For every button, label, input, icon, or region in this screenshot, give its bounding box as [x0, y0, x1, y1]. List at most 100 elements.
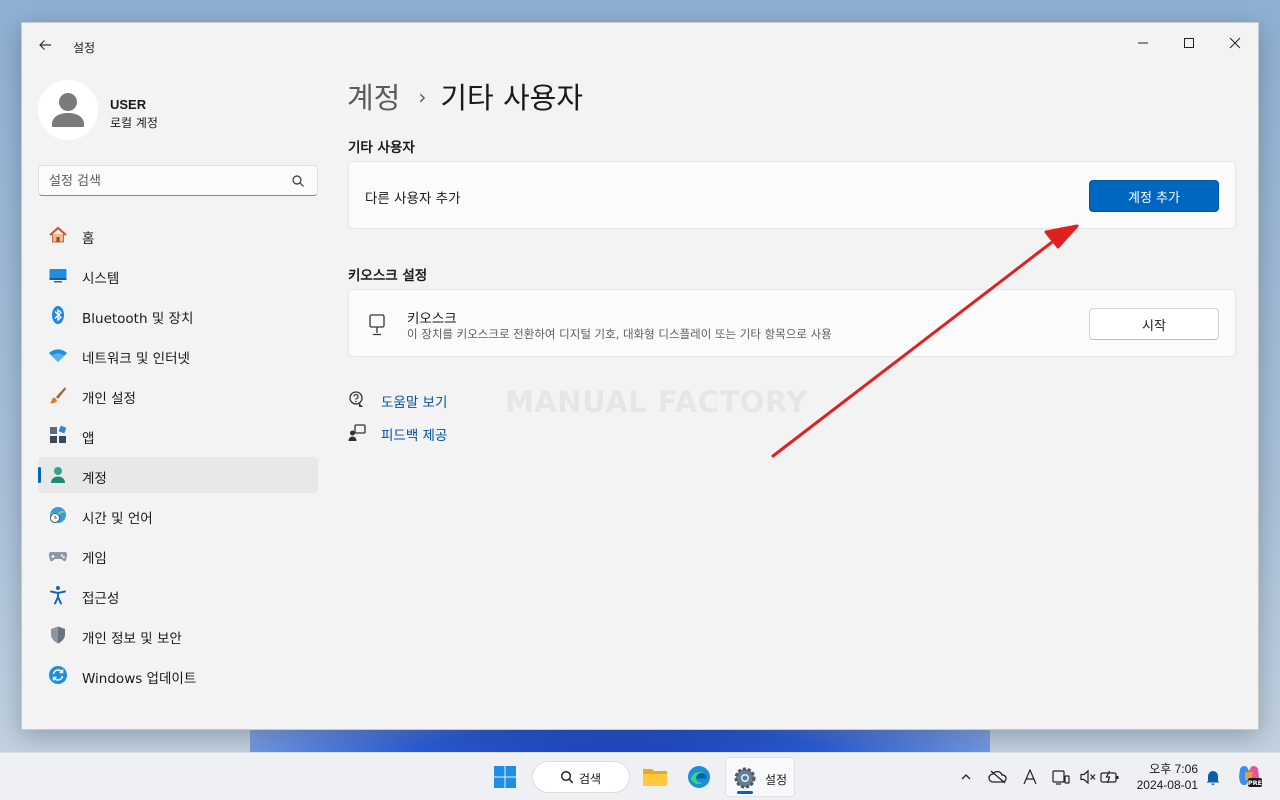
sidebar-item-personalization[interactable]: 개인 설정 — [38, 377, 318, 413]
sidebar-item-label: 개인 정보 및 보안 — [82, 631, 182, 647]
feedback-link-text[interactable]: 피드백 제공 — [381, 424, 447, 444]
add-account-button[interactable]: 계정 추가 — [1089, 180, 1219, 212]
help-link-text[interactable]: 도움말 보기 — [381, 391, 447, 411]
edge-icon — [688, 766, 710, 788]
sidebar-item-accessibility[interactable]: 접근성 — [38, 577, 318, 613]
settings-taskbar-label: 설정 — [765, 773, 788, 787]
sidebar-nav: 홈 시스템 Bluetooth 및 장치 네트워크 및 인터넷 개인 설정 앱 … — [38, 217, 318, 697]
windows-logo-icon — [494, 766, 516, 788]
taskbar: 검색 설정 오후 7:06 2024-08-01 PRE — [0, 752, 1280, 800]
clock-date: 2024-08-01 — [1136, 778, 1198, 792]
back-button[interactable] — [34, 34, 56, 56]
taskbar-search-label: 검색 — [579, 772, 602, 786]
person-icon — [52, 93, 84, 127]
sidebar-item-apps[interactable]: 앱 — [38, 417, 318, 453]
kiosk-start-button[interactable]: 시작 — [1089, 308, 1219, 340]
accessibility-icon — [48, 585, 68, 605]
maximize-button[interactable] — [1166, 28, 1212, 58]
sidebar-item-label: 시간 및 언어 — [82, 511, 153, 527]
user-name: USER — [110, 97, 147, 112]
title-bar: 설정 — [22, 23, 1258, 63]
sidebar-item-time-language[interactable]: 시간 및 언어 — [38, 497, 318, 533]
get-help-link[interactable]: 도움말 보기 — [348, 389, 508, 411]
device-icon[interactable] — [1051, 767, 1071, 787]
bluetooth-icon — [48, 305, 68, 325]
apps-icon — [48, 425, 68, 445]
tray-overflow-chevron-icon[interactable] — [956, 767, 976, 787]
sidebar-item-label: 게임 — [82, 551, 107, 567]
sidebar-item-windows-update[interactable]: Windows 업데이트 — [38, 657, 318, 693]
kiosk-section-title: 키오스크 설정 — [348, 268, 428, 284]
file-explorer-button[interactable] — [637, 759, 673, 795]
speaker-muted-icon[interactable] — [1078, 767, 1098, 787]
give-feedback-link[interactable]: 피드백 제공 — [348, 422, 508, 444]
clock[interactable]: 오후 7:06 2024-08-01 — [1128, 761, 1198, 793]
page-title: 기타 사용자 — [440, 81, 583, 115]
settings-search[interactable] — [38, 165, 318, 196]
close-button[interactable] — [1212, 28, 1258, 58]
sidebar-item-label: 홈 — [82, 231, 95, 247]
copilot-badge: PRE — [1248, 779, 1262, 787]
sidebar-item-label: Bluetooth 및 장치 — [82, 311, 194, 327]
gamepad-icon — [48, 545, 68, 565]
help-icon — [349, 391, 363, 407]
back-arrow-icon — [39, 40, 51, 50]
sidebar-item-home[interactable]: 홈 — [38, 217, 318, 253]
sidebar-item-privacy-security[interactable]: 개인 정보 및 보안 — [38, 617, 318, 653]
active-indicator — [737, 791, 753, 794]
search-icon — [292, 175, 304, 187]
minimize-button[interactable] — [1120, 28, 1166, 58]
window-title: 설정 — [73, 41, 96, 55]
close-icon — [1229, 37, 1241, 49]
watermark: MANUAL FACTORY — [505, 385, 808, 419]
notification-bell-icon[interactable] — [1203, 767, 1223, 787]
onedrive-offline-icon[interactable] — [988, 767, 1008, 787]
taskbar-search[interactable]: 검색 — [532, 761, 630, 793]
settings-window: 설정 USER 로컬 계정 홈 — [21, 22, 1259, 730]
account-type: 로컬 계정 — [110, 116, 158, 130]
update-icon — [48, 665, 68, 685]
edge-browser-button[interactable] — [681, 759, 717, 795]
breadcrumb-parent[interactable]: 계정 — [347, 81, 400, 115]
add-user-label: 다른 사용자 추가 — [365, 191, 461, 207]
sidebar-item-network[interactable]: 네트워크 및 인터넷 — [38, 337, 318, 373]
avatar[interactable] — [38, 80, 98, 140]
search-icon — [560, 770, 574, 784]
add-user-card: 다른 사용자 추가 계정 추가 — [348, 161, 1236, 229]
input-method-icon[interactable] — [1020, 767, 1040, 787]
account-icon — [48, 465, 68, 485]
clock-time: 오후 7:06 — [1149, 762, 1198, 776]
sidebar-item-label: 계정 — [82, 471, 107, 487]
sidebar-item-gaming[interactable]: 게임 — [38, 537, 318, 573]
home-icon — [48, 225, 68, 245]
sidebar-item-label: 네트워크 및 인터넷 — [82, 351, 190, 367]
breadcrumb: 계정 › 기타 사용자 — [347, 75, 583, 117]
sidebar-item-accounts[interactable]: 계정 — [38, 457, 318, 493]
search-input[interactable] — [49, 172, 279, 190]
sidebar-item-label: 접근성 — [82, 591, 120, 607]
start-button[interactable] — [487, 759, 523, 795]
sidebar-item-label: 개인 설정 — [82, 391, 136, 407]
breadcrumb-separator: › — [418, 85, 427, 109]
copilot-icon[interactable]: PRE — [1236, 763, 1262, 789]
kiosk-icon — [369, 314, 385, 336]
time-language-icon — [48, 505, 68, 525]
sidebar-item-label: 시스템 — [82, 271, 120, 287]
kiosk-title: 키오스크 — [407, 311, 457, 327]
maximize-icon — [1184, 38, 1194, 48]
sidebar-item-bluetooth[interactable]: Bluetooth 및 장치 — [38, 297, 318, 333]
other-users-section-title: 기타 사용자 — [348, 140, 415, 156]
brush-icon — [48, 385, 68, 405]
system-icon — [48, 265, 68, 285]
minimize-icon — [1138, 42, 1148, 44]
sidebar-item-system[interactable]: 시스템 — [38, 257, 318, 293]
settings-taskbar-button[interactable]: 설정 — [725, 757, 795, 797]
wifi-icon — [48, 345, 68, 365]
sidebar-item-label: 앱 — [82, 431, 95, 447]
kiosk-description: 이 장치를 키오스크로 전환하여 디지털 기호, 대화형 디스플레이 또는 기타… — [407, 327, 832, 341]
feedback-icon — [348, 424, 366, 441]
folder-icon — [643, 769, 667, 786]
battery-charging-icon[interactable] — [1100, 767, 1120, 787]
kiosk-card: 키오스크 이 장치를 키오스크로 전환하여 디지털 기호, 대화형 디스플레이 … — [348, 289, 1236, 357]
gear-icon — [734, 767, 756, 789]
